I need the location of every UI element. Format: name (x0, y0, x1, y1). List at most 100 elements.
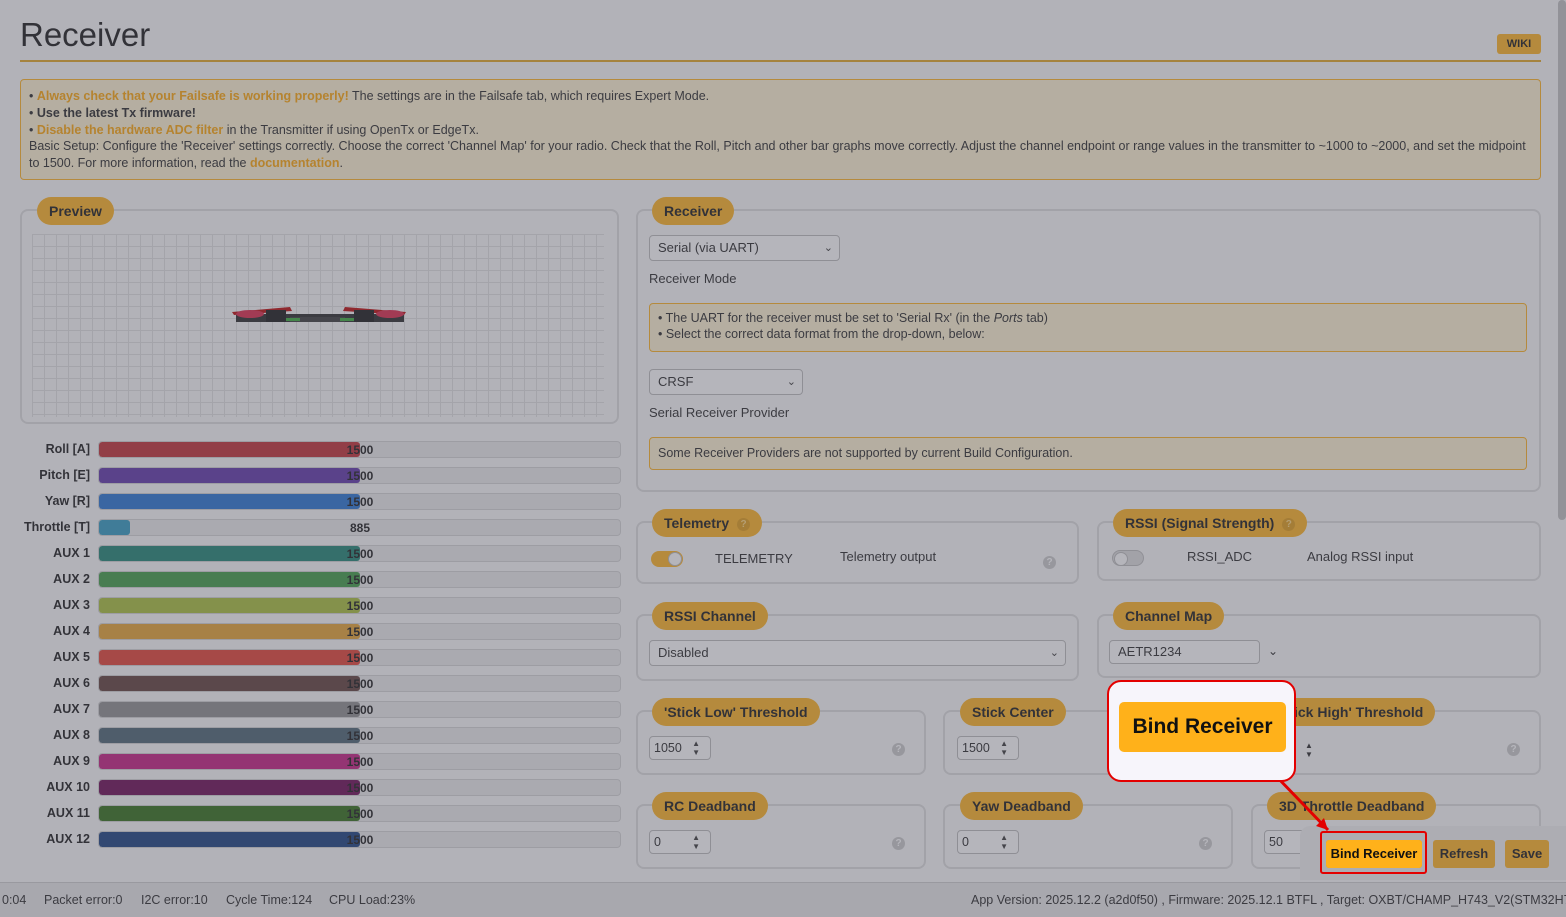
receiver-mode-label: Receiver Mode (649, 271, 737, 286)
receiver-title: Receiver (652, 197, 735, 225)
rc-deadband-input[interactable]: 0 ▲ ▼ (649, 830, 711, 854)
failsafe-text: The settings are in the Failsafe tab, wh… (348, 89, 710, 103)
help-icon[interactable]: ? (1282, 517, 1296, 531)
channel-bar: 1500 (98, 571, 621, 588)
channel-bar: 1500 (98, 597, 621, 614)
channel-bar-fill (99, 754, 360, 769)
channel-map-input[interactable]: AETR1234 (1109, 640, 1260, 664)
status-version: App Version: 2025.12.2 (a2d0f50) , Firmw… (971, 893, 1566, 907)
channel-label: AUX 5 (53, 650, 90, 664)
wiki-button[interactable]: WIKI (1497, 34, 1541, 54)
channel-bar-fill (99, 702, 360, 717)
channel-bar: 1500 (98, 467, 621, 484)
status-cpu-load: CPU Load:23% (329, 893, 416, 907)
channel-bar-fill (99, 780, 360, 795)
spinner-icon[interactable]: ▲▼ (692, 833, 700, 851)
channel-bar-fill (99, 598, 360, 613)
channel-bar: 1500 (98, 831, 621, 848)
channel-bar-fill (99, 442, 360, 457)
telemetry-toggle[interactable] (651, 551, 683, 567)
channel-label: AUX 9 (53, 754, 90, 768)
help-icon[interactable]: ? (892, 837, 905, 850)
channel-bar-fill (99, 494, 360, 509)
telemetry-title: Telemetry? (652, 509, 763, 537)
callout-zoom: Bind Receiver (1107, 680, 1296, 782)
provider-label: Serial Receiver Provider (649, 405, 790, 420)
channel-label: AUX 8 (53, 728, 90, 742)
channel-value: 1500 (346, 677, 374, 691)
channel-value: 1500 (346, 547, 374, 561)
channel-label: AUX 2 (53, 572, 90, 586)
title-divider (20, 60, 1541, 62)
stick-high-title: ick High' Threshold (1282, 698, 1436, 726)
channel-bar: 1500 (98, 493, 621, 510)
channel-bar-fill (99, 546, 360, 561)
channel-map-title: Channel Map (1113, 602, 1225, 630)
spinner-icon[interactable]: ▲▼ (1000, 833, 1008, 851)
status-time: 0:04 (2, 893, 27, 907)
channel-value: 1500 (346, 599, 374, 613)
help-icon[interactable]: ? (1199, 837, 1212, 850)
chevron-down-icon: ⌄ (1049, 647, 1059, 659)
channel-bar: 1500 (98, 441, 621, 458)
spinner-icon[interactable]: ▲▼ (1305, 741, 1313, 759)
yaw-deadband-title: Yaw Deadband (960, 792, 1083, 820)
save-button[interactable]: Save (1505, 840, 1549, 868)
channel-value: 1500 (346, 443, 374, 457)
channel-value: 1500 (346, 833, 374, 847)
status-i2c-error: I2C error:10 (141, 893, 208, 907)
channel-bar: 1500 (98, 623, 621, 640)
tx-firmware-text: Use the latest Tx firmware! (36, 105, 196, 120)
channel-label: AUX 7 (53, 702, 90, 716)
provider-select[interactable]: CRSF ⌄ (649, 369, 803, 395)
channel-bar: 885 (98, 519, 621, 536)
spinner-icon[interactable]: ▲▼ (692, 739, 700, 757)
channel-bar-fill (99, 468, 360, 483)
rssi-toggle[interactable] (1112, 550, 1144, 566)
channel-bar: 1500 (98, 805, 621, 822)
help-icon[interactable]: ? (737, 517, 751, 531)
help-icon[interactable]: ? (1043, 556, 1056, 569)
scrollbar[interactable] (1558, 0, 1566, 520)
channel-label: AUX 12 (46, 832, 90, 846)
channel-bar: 1500 (98, 727, 621, 744)
channel-label: AUX 10 (46, 780, 90, 794)
channel-value: 1500 (346, 703, 374, 717)
channel-label: AUX 11 (46, 806, 90, 820)
channel-value: 1500 (346, 729, 374, 743)
receiver-mode-select[interactable]: Serial (via UART) ⌄ (649, 235, 840, 261)
preview-title: Preview (37, 197, 114, 225)
channel-bar-fill (99, 572, 360, 587)
spinner-icon[interactable]: ▲▼ (1000, 739, 1008, 757)
quad-model-icon (232, 307, 406, 322)
bind-receiver-button-highlighted[interactable]: Bind Receiver (1326, 840, 1422, 868)
channel-value: 1500 (346, 781, 374, 795)
telemetry-description: Telemetry output (840, 549, 937, 564)
channel-value: 1500 (346, 495, 374, 509)
documentation-link[interactable]: documentation (250, 156, 340, 170)
channel-value: 1500 (346, 625, 374, 639)
chevron-down-icon: ⌄ (786, 376, 796, 388)
rssi-title: RSSI (Signal Strength)? (1113, 509, 1308, 537)
channel-label: Yaw [R] (44, 494, 90, 508)
yaw-deadband-input[interactable]: 0 ▲ ▼ (957, 830, 1019, 854)
channel-bar: 1500 (98, 779, 621, 796)
stick-center-input[interactable]: 1500 ▲ ▼ (957, 736, 1019, 760)
channel-label: AUX 3 (53, 598, 90, 612)
chevron-down-icon[interactable]: ⌄ (1268, 644, 1278, 658)
rssi-channel-select[interactable]: Disabled ⌄ (649, 640, 1066, 666)
stick-low-input[interactable]: 1050 ▲ ▼ (649, 736, 711, 760)
stick-center-title: Stick Center (960, 698, 1066, 726)
channel-label: AUX 4 (53, 624, 90, 638)
info-note: • Always check that your Failsafe is wor… (20, 79, 1541, 180)
status-bar: 0:04 Packet error:0 I2C error:10 Cycle T… (0, 882, 1566, 917)
help-icon[interactable]: ? (892, 743, 905, 756)
channel-value: 1500 (346, 755, 374, 769)
help-icon[interactable]: ? (1507, 743, 1520, 756)
rssi-description: Analog RSSI input (1307, 549, 1414, 564)
channel-label: Roll [A] (45, 442, 90, 456)
status-cycle-time: Cycle Time:124 (226, 893, 313, 907)
rc-deadband-title: RC Deadband (652, 792, 768, 820)
refresh-button[interactable]: Refresh (1433, 840, 1495, 868)
uart-note: • The UART for the receiver must be set … (649, 303, 1527, 352)
